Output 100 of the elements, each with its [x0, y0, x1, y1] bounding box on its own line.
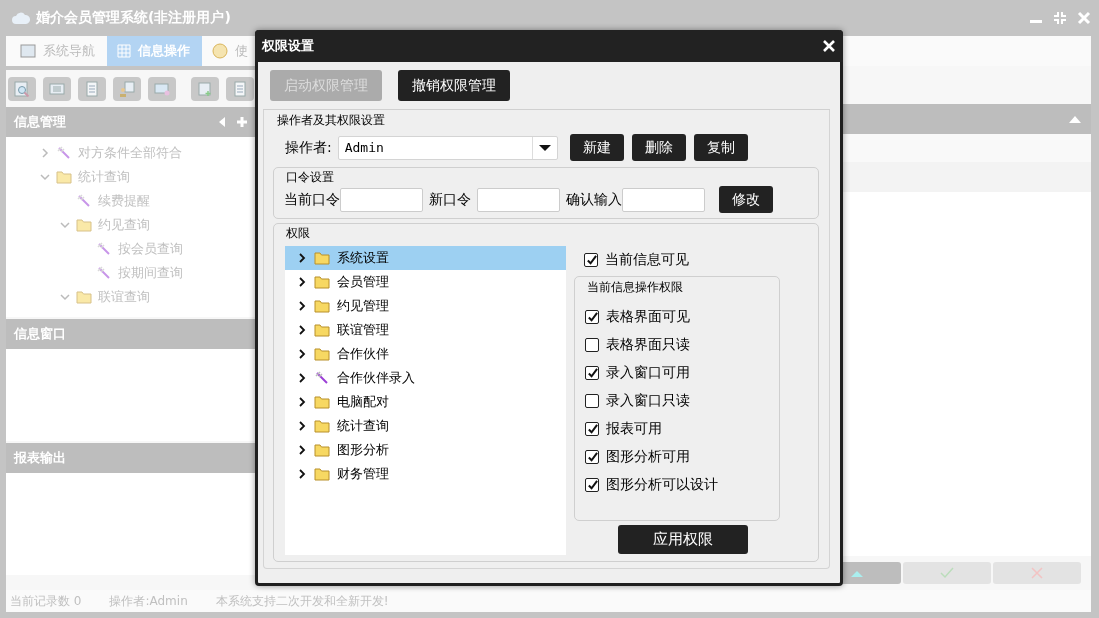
chevron-right-icon[interactable]: [297, 349, 307, 359]
toolbar-button[interactable]: [226, 77, 254, 101]
tree-item[interactable]: 图形分析: [285, 438, 566, 462]
wand-icon: [96, 241, 112, 257]
cancel-button[interactable]: [993, 562, 1081, 584]
chevron-down-icon[interactable]: [60, 220, 70, 230]
checkbox-box[interactable]: [585, 422, 599, 436]
field-label: 新口令: [429, 190, 471, 209]
checkbox[interactable]: 录入窗口只读: [575, 387, 779, 415]
check-icon: [940, 567, 954, 579]
chevron-right-icon[interactable]: [297, 421, 307, 431]
apply-button[interactable]: 应用权限: [618, 525, 748, 554]
checkbox-box[interactable]: [585, 450, 599, 464]
folder-icon: [314, 323, 330, 337]
action-button[interactable]: 删除: [631, 134, 686, 161]
action-button[interactable]: 撤销权限管理: [398, 70, 510, 101]
group-label: 操作者及其权限设置: [276, 112, 386, 129]
dialog-title: 权限设置: [262, 37, 314, 55]
tree-item[interactable]: 约见管理: [285, 294, 566, 318]
restore-icon[interactable]: [1053, 11, 1067, 25]
checkbox-box[interactable]: [584, 253, 598, 267]
user-icon: [119, 81, 135, 97]
checkbox[interactable]: 表格界面可见: [575, 303, 779, 331]
grid-icon: [117, 44, 131, 58]
document-icon: [84, 81, 100, 97]
toolbar-button[interactable]: [191, 77, 219, 101]
search-icon: [14, 81, 30, 97]
checkbox[interactable]: 录入窗口可用: [575, 359, 779, 387]
folder-icon: [314, 275, 330, 289]
monitor-icon: [154, 81, 170, 97]
caret-up-icon[interactable]: [1069, 115, 1081, 123]
checkbox-box[interactable]: [585, 394, 599, 408]
window-title: 婚介会员管理系统(非注册用户): [36, 9, 231, 27]
chevron-down-icon[interactable]: [40, 172, 50, 182]
caret-up-icon: [851, 569, 863, 577]
folder-icon: [76, 218, 92, 232]
wand-icon: [314, 370, 330, 386]
checkbox[interactable]: 图形分析可以设计: [575, 471, 779, 499]
checkbox-box[interactable]: [585, 310, 599, 324]
help-icon: [212, 43, 228, 59]
group-label: 权限: [285, 225, 311, 242]
chevron-right-icon[interactable]: [297, 301, 307, 311]
tree-item[interactable]: 会员管理: [285, 270, 566, 294]
folder-icon: [314, 419, 330, 433]
screen-icon: [20, 44, 36, 58]
tree-item[interactable]: 联谊管理: [285, 318, 566, 342]
modify-button[interactable]: 修改: [719, 186, 773, 213]
cloud-logo-icon: [12, 11, 30, 25]
wand-icon: [56, 145, 72, 161]
checkbox[interactable]: 表格界面只读: [575, 331, 779, 359]
close-icon[interactable]: [823, 40, 835, 52]
toolbar-button[interactable]: [148, 77, 176, 101]
checkbox[interactable]: 图形分析可用: [575, 443, 779, 471]
check-icon: [586, 479, 598, 491]
tree-item[interactable]: 电脑配对: [285, 390, 566, 414]
folder-icon: [314, 299, 330, 313]
field-label: 操作者:: [285, 138, 332, 157]
wand-icon: [96, 265, 112, 281]
section-title: 信息管理: [14, 113, 67, 131]
folder-icon: [56, 170, 72, 184]
folder-icon: [76, 290, 92, 304]
group-label: 口令设置: [285, 169, 335, 186]
folder-icon: [314, 443, 330, 457]
password-field[interactable]: [622, 187, 705, 212]
field-label: 当前口令: [284, 190, 340, 209]
list-icon: [49, 81, 65, 97]
chevron-right-icon[interactable]: [297, 469, 307, 479]
toolbar-button[interactable]: [43, 77, 71, 101]
toolbar-button[interactable]: [78, 77, 106, 101]
plus-icon[interactable]: [236, 116, 248, 128]
checkbox[interactable]: 报表可用: [575, 415, 779, 443]
chevron-right-icon[interactable]: [297, 445, 307, 455]
collapse-left-icon[interactable]: [218, 117, 226, 127]
tree-item[interactable]: 财务管理: [285, 462, 566, 486]
chevron-right-icon[interactable]: [297, 397, 307, 407]
operator-select[interactable]: Admin: [337, 135, 558, 160]
chevron-right-icon[interactable]: [297, 373, 307, 383]
toolbar-button[interactable]: [8, 77, 36, 101]
folder-icon: [314, 347, 330, 361]
action-button[interactable]: 新建: [569, 134, 624, 161]
password-field[interactable]: [340, 187, 423, 212]
checkbox[interactable]: 当前信息可见: [574, 246, 689, 274]
close-icon: [1031, 567, 1043, 579]
toolbar-button[interactable]: [113, 77, 141, 101]
tree-item[interactable]: 合作伙伴录入: [285, 366, 566, 390]
tree-item[interactable]: 统计查询: [285, 414, 566, 438]
checkbox-box[interactable]: [585, 478, 599, 492]
action-button[interactable]: 复制: [693, 134, 748, 161]
checkbox-box[interactable]: [585, 338, 599, 352]
password-field[interactable]: [477, 187, 560, 212]
section-title: 报表输出: [14, 449, 67, 467]
chevron-right-icon[interactable]: [297, 325, 307, 335]
checkbox-box[interactable]: [585, 366, 599, 380]
chevron-right-icon[interactable]: [297, 253, 307, 263]
chevron-down-icon[interactable]: [60, 292, 70, 302]
document-icon: [232, 81, 248, 97]
chevron-right-icon[interactable]: [297, 277, 307, 287]
tree-item[interactable]: 合作伙伴: [285, 342, 566, 366]
tree-item[interactable]: 系统设置: [285, 246, 566, 270]
field-label: 确认输入: [566, 190, 622, 209]
